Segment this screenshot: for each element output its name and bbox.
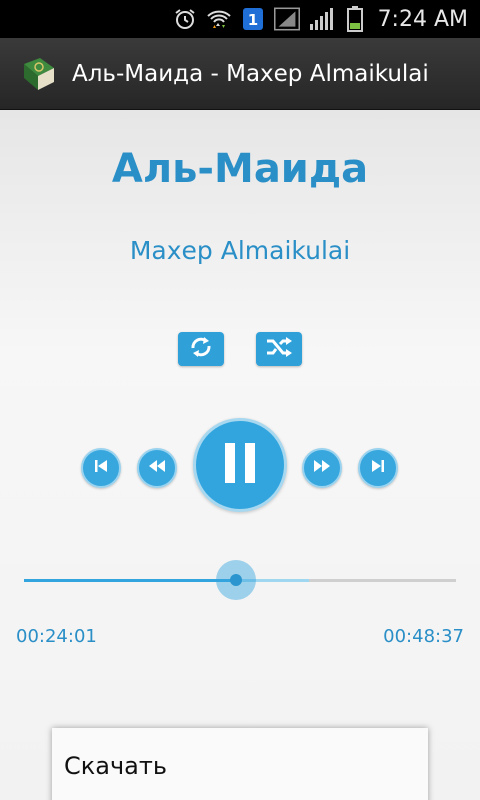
- seek-progress: [24, 579, 236, 582]
- fast-forward-button[interactable]: [302, 448, 342, 488]
- skip-previous-button[interactable]: [81, 448, 121, 488]
- pause-button[interactable]: [193, 418, 287, 512]
- menu-item-download[interactable]: Скачать: [64, 752, 167, 780]
- seek-bar[interactable]: [24, 560, 456, 600]
- skip-next-button[interactable]: [358, 448, 398, 488]
- elapsed-time: 00:24:01: [16, 626, 97, 647]
- skip-previous-icon: [93, 458, 109, 478]
- wifi-icon: [206, 6, 232, 32]
- status-time: 7:24 AM: [377, 6, 468, 32]
- signal-icon: [308, 6, 334, 32]
- notification-count: 1: [247, 11, 257, 29]
- quran-book-icon[interactable]: [18, 54, 58, 94]
- pause-icon: [222, 441, 258, 489]
- player-screen: Аль-Маида Махер Almaikulai 00:24:01 00:4…: [0, 110, 480, 800]
- status-bar: 1 7:24 AM: [0, 0, 480, 38]
- seek-thumb-dot: [229, 574, 242, 586]
- rewind-icon: [147, 458, 167, 478]
- shuffle-icon: [264, 335, 294, 363]
- action-bar: Аль-Маида - Махер Almaikulai: [0, 38, 480, 110]
- reciter-name: Махер Almaikulai: [129, 236, 351, 265]
- repeat-icon: [187, 335, 215, 363]
- page-title: Аль-Маида - Махер Almaikulai: [72, 60, 429, 87]
- rewind-button[interactable]: [137, 448, 177, 488]
- popup-menu: Скачать: [52, 728, 428, 800]
- status-icons: 1: [172, 6, 368, 32]
- surah-title: Аль-Маида: [111, 146, 369, 192]
- signal-outline-icon: [273, 6, 300, 32]
- battery-icon: [342, 6, 368, 32]
- shuffle-button[interactable]: [256, 332, 302, 366]
- notification-badge-icon: 1: [240, 6, 266, 32]
- repeat-button[interactable]: [178, 332, 224, 366]
- total-duration: 00:48:37: [383, 626, 464, 647]
- alarm-icon: [172, 6, 198, 32]
- skip-next-icon: [370, 458, 386, 478]
- seek-thumb[interactable]: [215, 560, 256, 600]
- fast-forward-icon: [312, 458, 332, 478]
